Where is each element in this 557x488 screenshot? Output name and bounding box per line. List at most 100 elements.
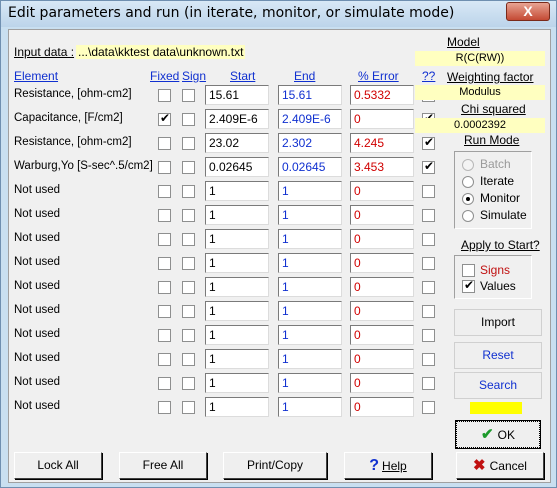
row-end-input[interactable]: 1 (278, 397, 342, 417)
row-qq-checkbox[interactable] (422, 257, 435, 270)
row-start-input[interactable]: 1 (205, 397, 269, 417)
row-sign-checkbox[interactable] (182, 113, 195, 126)
row-fixed-checkbox[interactable] (158, 329, 171, 342)
row-sign-checkbox[interactable] (182, 353, 195, 366)
row-error-input[interactable]: 0 (350, 397, 414, 417)
row-fixed-checkbox[interactable] (158, 89, 171, 102)
run-mode-radio-simulate[interactable] (462, 210, 474, 222)
row-qq-checkbox[interactable] (422, 233, 435, 246)
apply-values-label: Values (480, 279, 516, 293)
row-error-input[interactable]: 0 (350, 253, 414, 273)
row-qq-checkbox[interactable] (422, 305, 435, 318)
row-error-input[interactable]: 4.245 (350, 133, 414, 153)
row-fixed-checkbox[interactable] (158, 401, 171, 414)
row-error-input[interactable]: 3.453 (350, 157, 414, 177)
row-sign-checkbox[interactable] (182, 233, 195, 246)
row-end-input[interactable]: 2.302 (278, 133, 342, 153)
run-mode-radio-iterate[interactable] (462, 176, 474, 188)
row-end-input[interactable]: 1 (278, 181, 342, 201)
row-end-input[interactable]: 1 (278, 205, 342, 225)
row-qq-checkbox[interactable] (422, 377, 435, 390)
row-end-input[interactable]: 1 (278, 325, 342, 345)
row-error-input[interactable]: 0.5332 (350, 85, 414, 105)
row-start-input[interactable]: 1 (205, 325, 269, 345)
row-error-input[interactable]: 0 (350, 277, 414, 297)
close-button[interactable]: X (506, 2, 550, 21)
row-fixed-checkbox[interactable] (158, 257, 171, 270)
row-fixed-checkbox[interactable] (158, 305, 171, 318)
row-qq-checkbox[interactable] (422, 281, 435, 294)
row-start-input[interactable]: 15.61 (205, 85, 269, 105)
row-qq-checkbox[interactable] (422, 329, 435, 342)
row-start-input[interactable]: 1 (205, 205, 269, 225)
row-start-input[interactable]: 1 (205, 301, 269, 321)
import-button[interactable]: Import (454, 309, 542, 336)
row-sign-checkbox[interactable] (182, 329, 195, 342)
row-error-input[interactable]: 0 (350, 349, 414, 369)
row-sign-checkbox[interactable] (182, 185, 195, 198)
row-start-input[interactable]: 0.02645 (205, 157, 269, 177)
header-sign: Sign (182, 69, 207, 83)
row-fixed-checkbox[interactable] (158, 377, 171, 390)
row-start-input[interactable]: 1 (205, 253, 269, 273)
row-element-label: Resistance, [ohm-cm2] (14, 136, 132, 148)
row-end-input[interactable]: 1 (278, 277, 342, 297)
row-qq-checkbox[interactable] (422, 401, 435, 414)
apply-signs-checkbox[interactable] (462, 264, 475, 277)
ok-button[interactable]: ✔ OK (455, 420, 541, 449)
row-start-input[interactable]: 1 (205, 181, 269, 201)
row-error-input[interactable]: 0 (350, 373, 414, 393)
row-fixed-checkbox[interactable] (158, 281, 171, 294)
row-qq-checkbox[interactable] (422, 135, 435, 150)
row-sign-checkbox[interactable] (182, 161, 195, 174)
free-all-button[interactable]: Free All (119, 452, 207, 479)
row-sign-checkbox[interactable] (182, 377, 195, 390)
row-end-input[interactable]: 1 (278, 253, 342, 273)
row-sign-checkbox[interactable] (182, 401, 195, 414)
row-fixed-checkbox[interactable] (158, 353, 171, 366)
cancel-button[interactable]: ✖ Cancel (456, 452, 544, 479)
run-mode-radio-monitor[interactable] (462, 193, 474, 205)
row-sign-checkbox[interactable] (182, 281, 195, 294)
row-end-input[interactable]: 0.02645 (278, 157, 342, 177)
apply-values-checkbox[interactable] (462, 278, 475, 293)
row-end-input[interactable]: 1 (278, 229, 342, 249)
search-button[interactable]: Search (454, 372, 542, 399)
row-fixed-checkbox[interactable] (158, 161, 171, 174)
row-qq-checkbox[interactable] (422, 185, 435, 198)
row-end-input[interactable]: 15.61 (278, 85, 342, 105)
reset-button[interactable]: Reset (454, 342, 542, 369)
row-error-input[interactable]: 0 (350, 109, 414, 129)
row-fixed-checkbox[interactable] (158, 185, 171, 198)
row-start-input[interactable]: 1 (205, 229, 269, 249)
row-start-input[interactable]: 2.409E-6 (205, 109, 269, 129)
row-end-input[interactable]: 1 (278, 349, 342, 369)
row-sign-checkbox[interactable] (182, 89, 195, 102)
row-end-input[interactable]: 1 (278, 373, 342, 393)
row-sign-checkbox[interactable] (182, 257, 195, 270)
lock-all-button[interactable]: Lock All (14, 452, 102, 479)
row-error-input[interactable]: 0 (350, 229, 414, 249)
row-sign-checkbox[interactable] (182, 209, 195, 222)
row-sign-checkbox[interactable] (182, 137, 195, 150)
row-fixed-checkbox[interactable] (158, 137, 171, 150)
row-qq-checkbox[interactable] (422, 353, 435, 366)
row-fixed-checkbox[interactable] (158, 111, 171, 126)
row-start-input[interactable]: 23.02 (205, 133, 269, 153)
help-button[interactable]: ? Help (344, 452, 432, 479)
row-end-input[interactable]: 1 (278, 301, 342, 321)
row-error-input[interactable]: 0 (350, 205, 414, 225)
row-start-input[interactable]: 1 (205, 373, 269, 393)
row-qq-checkbox[interactable] (422, 209, 435, 222)
row-fixed-checkbox[interactable] (158, 209, 171, 222)
row-error-input[interactable]: 0 (350, 181, 414, 201)
row-error-input[interactable]: 0 (350, 301, 414, 321)
row-end-input[interactable]: 2.409E-6 (278, 109, 342, 129)
row-start-input[interactable]: 1 (205, 349, 269, 369)
row-qq-checkbox[interactable] (422, 159, 435, 174)
row-error-input[interactable]: 0 (350, 325, 414, 345)
row-start-input[interactable]: 1 (205, 277, 269, 297)
print-copy-button[interactable]: Print/Copy (223, 452, 327, 479)
row-fixed-checkbox[interactable] (158, 233, 171, 246)
row-sign-checkbox[interactable] (182, 305, 195, 318)
